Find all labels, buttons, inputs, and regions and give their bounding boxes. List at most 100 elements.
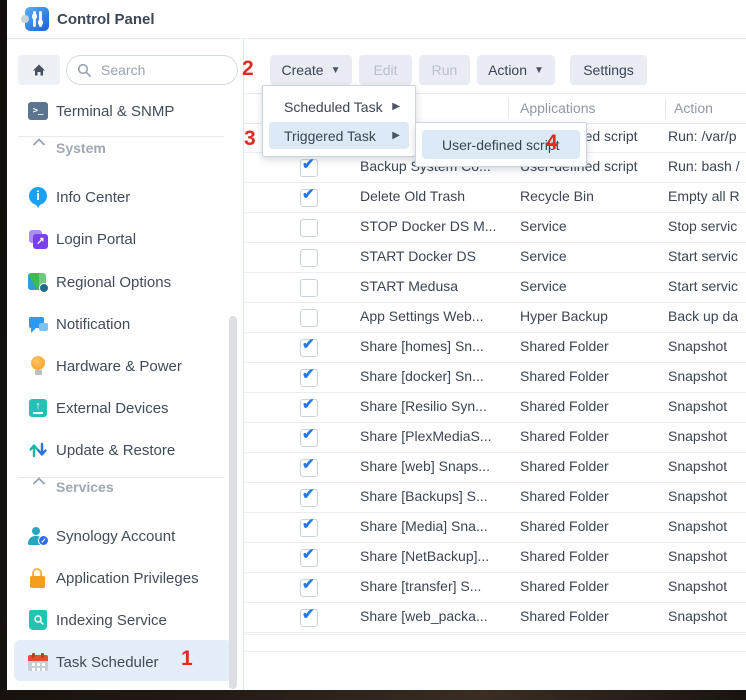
checkmark-icon: ✔ xyxy=(302,425,315,443)
row-app: Shared Folder xyxy=(520,548,664,564)
table-row[interactable]: ✔ Share [PlexMediaS... Shared Folder Sna… xyxy=(244,423,746,453)
search-box[interactable] xyxy=(66,55,238,85)
row-checkbox[interactable]: ✔ xyxy=(300,429,318,447)
chevron-up-icon xyxy=(33,477,45,485)
settings-button[interactable]: Settings xyxy=(570,55,647,85)
annotation-step-1: 1 xyxy=(181,647,193,671)
row-checkbox[interactable]: ✔ xyxy=(300,249,318,267)
row-checkbox[interactable]: ✔ xyxy=(300,339,318,357)
sidebar-item-terminal-snmp[interactable]: >_ Terminal & SNMP xyxy=(7,90,243,132)
table-row[interactable]: ✔ Share [Resilio Syn... Shared Folder Sn… xyxy=(244,393,746,423)
row-name: Share [web_packa... xyxy=(360,608,518,624)
row-checkbox[interactable]: ✔ xyxy=(300,489,318,507)
checkmark-icon: ✔ xyxy=(302,395,315,413)
checkmark-icon: ✔ xyxy=(302,485,315,503)
sidebar-item-info-center[interactable]: i Info Center xyxy=(7,176,243,218)
row-app: Service xyxy=(520,218,664,234)
row-action: Run: /var/p xyxy=(668,128,746,144)
sidebar-item-synology-account[interactable]: ✓ Synology Account xyxy=(7,515,243,557)
sidebar-item-login-portal[interactable]: ↗ Login Portal xyxy=(7,218,243,260)
table-row[interactable]: ✔ START Medusa Service Start servic xyxy=(244,273,746,303)
create-menu: Scheduled Task ▶ Triggered Task ▶ xyxy=(262,85,416,157)
row-app: Shared Folder xyxy=(520,518,664,534)
table-row[interactable]: ✔ App Settings Web... Hyper Backup Back … xyxy=(244,303,746,333)
home-button[interactable] xyxy=(18,55,60,85)
table-row[interactable]: ✔ Share [NetBackup]... Shared Folder Sna… xyxy=(244,543,746,573)
row-checkbox[interactable]: ✔ xyxy=(300,609,318,627)
task-scheduler-icon xyxy=(27,651,49,673)
row-app: Shared Folder xyxy=(520,398,664,414)
checkmark-icon: ✔ xyxy=(302,605,315,623)
table-row[interactable]: ✔ Share [web] Snaps... Shared Folder Sna… xyxy=(244,453,746,483)
table-row[interactable]: ✔ Share [Backups] S... Shared Folder Sna… xyxy=(244,483,746,513)
divider xyxy=(244,634,746,635)
row-name: Share [Media] Sna... xyxy=(360,518,518,534)
row-action: Snapshot xyxy=(668,548,746,564)
row-checkbox[interactable]: ✔ xyxy=(300,459,318,477)
row-checkbox[interactable]: ✔ xyxy=(300,579,318,597)
row-action: Snapshot xyxy=(668,518,746,534)
row-checkbox[interactable]: ✔ xyxy=(300,159,318,177)
menu-item-scheduled-task[interactable]: Scheduled Task ▶ xyxy=(269,93,409,120)
row-checkbox[interactable]: ✔ xyxy=(300,219,318,237)
row-checkbox[interactable]: ✔ xyxy=(300,279,318,297)
sidebar-item-external-devices[interactable]: ↑ External Devices xyxy=(7,387,243,429)
table-row[interactable]: ✔ Share [docker] Sn... Shared Folder Sna… xyxy=(244,363,746,393)
row-action: Start servic xyxy=(668,248,746,264)
divider xyxy=(244,651,746,652)
action-button[interactable]: Action▼ xyxy=(477,55,555,85)
row-name: START Medusa xyxy=(360,278,518,294)
sidebar-item-update-restore[interactable]: Update & Restore xyxy=(7,429,243,471)
row-checkbox[interactable]: ✔ xyxy=(300,369,318,387)
table-row[interactable]: ✔ STOP Docker DS M... Service Stop servi… xyxy=(244,213,746,243)
run-button[interactable]: Run xyxy=(419,55,470,85)
row-action: Back up da xyxy=(668,308,746,324)
info-center-icon: i xyxy=(29,187,47,205)
table-row[interactable]: ✔ START Docker DS Service Start servic xyxy=(244,243,746,273)
column-header-applications[interactable]: Applications xyxy=(520,100,596,116)
sidebar-item-application-privileges[interactable]: Application Privileges xyxy=(7,557,243,599)
checkmark-icon: ✔ xyxy=(302,515,315,533)
create-button[interactable]: Create▼ xyxy=(270,55,352,85)
row-checkbox[interactable]: ✔ xyxy=(300,399,318,417)
sidebar-item-task-scheduler[interactable]: Task Scheduler xyxy=(7,641,243,683)
edit-button[interactable]: Edit xyxy=(359,55,412,85)
column-header-action[interactable]: Action xyxy=(674,100,713,116)
table-row[interactable]: ✔ Share [transfer] S... Shared Folder Sn… xyxy=(244,573,746,603)
sidebar-scrollbar[interactable] xyxy=(229,316,237,689)
table-row[interactable]: ✔ Share [Media] Sna... Shared Folder Sna… xyxy=(244,513,746,543)
sidebar-item-notification[interactable]: Notification xyxy=(7,303,243,345)
annotation-step-4: 4 xyxy=(546,131,558,155)
synology-account-icon: ✓ xyxy=(27,525,49,547)
checkmark-icon: ✔ xyxy=(302,455,315,473)
row-checkbox[interactable]: ✔ xyxy=(300,549,318,567)
row-checkbox[interactable]: ✔ xyxy=(300,519,318,537)
section-header-services[interactable]: Services xyxy=(7,466,243,508)
row-app: Service xyxy=(520,248,664,264)
sidebar-item-hardware-power[interactable]: Hardware & Power xyxy=(7,345,243,387)
menu-item-triggered-task[interactable]: Triggered Task ▶ xyxy=(269,122,409,149)
row-name: Delete Old Trash xyxy=(360,188,518,204)
search-input[interactable] xyxy=(99,61,213,79)
row-checkbox[interactable]: ✔ xyxy=(300,309,318,327)
table-row[interactable]: ✔ Share [web_packa... Shared Folder Snap… xyxy=(244,603,746,633)
row-checkbox[interactable]: ✔ xyxy=(300,189,318,207)
row-action: Start servic xyxy=(668,278,746,294)
terminal-icon: >_ xyxy=(28,102,48,120)
task-table-body: ✔ User-defined script Run: /var/p ✔ Back… xyxy=(244,123,746,633)
triggered-task-submenu: User-defined script xyxy=(415,122,587,167)
table-row[interactable]: ✔ Share [homes] Sn... Shared Folder Snap… xyxy=(244,333,746,363)
row-action: Empty all R xyxy=(668,188,746,204)
row-name: Share [homes] Sn... xyxy=(360,338,518,354)
sidebar-item-regional-options[interactable]: Regional Options xyxy=(7,261,243,303)
section-header-system[interactable]: System xyxy=(7,127,243,169)
row-app: Shared Folder xyxy=(520,338,664,354)
checkmark-icon: ✔ xyxy=(302,545,315,563)
notification-icon xyxy=(27,313,49,335)
submenu-arrow-icon: ▶ xyxy=(392,130,400,141)
control-panel-window: Control Panel >_ Terminal & SNMP xyxy=(7,0,746,690)
row-action: Snapshot xyxy=(668,458,746,474)
indexing-service-icon xyxy=(27,609,49,631)
sidebar-item-indexing-service[interactable]: Indexing Service xyxy=(7,599,243,641)
table-row[interactable]: ✔ Delete Old Trash Recycle Bin Empty all… xyxy=(244,183,746,213)
